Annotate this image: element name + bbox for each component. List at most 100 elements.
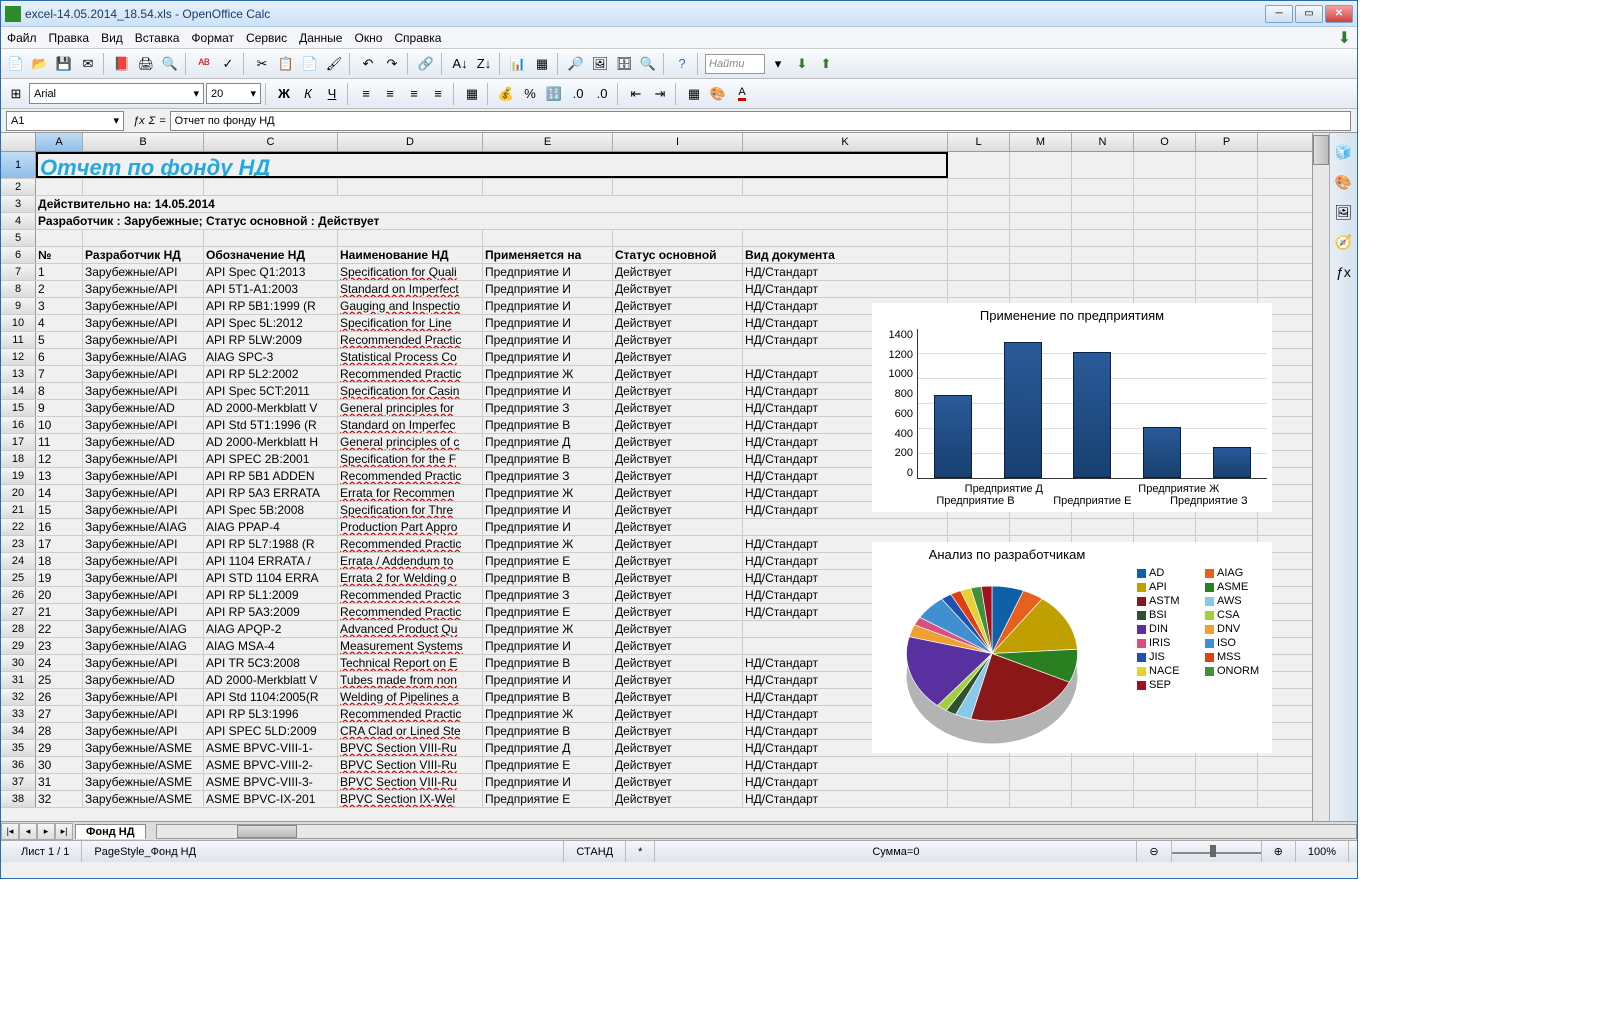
row-header[interactable]: 2 (1, 179, 36, 195)
cell[interactable]: Предприятие Ж (483, 706, 613, 722)
cell[interactable] (743, 621, 948, 637)
cell[interactable]: Зарубежные/API (83, 468, 204, 484)
column-header[interactable]: N (1072, 133, 1134, 151)
preview-icon[interactable]: 🔍 (159, 53, 181, 75)
cell[interactable] (948, 655, 1010, 671)
cell[interactable]: Предприятие В (483, 570, 613, 586)
cell[interactable]: Зарубежные/API (83, 604, 204, 620)
cell[interactable] (1072, 706, 1134, 722)
equals-icon[interactable]: = (159, 115, 165, 127)
currency-icon[interactable]: 💰 (495, 83, 517, 105)
vertical-scrollbar[interactable] (1312, 133, 1329, 821)
row-header[interactable]: 22 (1, 519, 36, 535)
row-header[interactable]: 30 (1, 655, 36, 671)
chart-icon[interactable]: 📊 (507, 53, 529, 75)
cell[interactable] (1010, 587, 1072, 603)
cell[interactable]: Действует (613, 740, 743, 756)
cell[interactable]: Предприятие И (483, 298, 613, 314)
sidebar-navigator-icon[interactable]: 🧭 (1333, 231, 1355, 253)
align-justify-icon[interactable]: ≡ (427, 83, 449, 105)
redo-icon[interactable]: ↷ (381, 53, 403, 75)
cell[interactable]: Действует (613, 536, 743, 552)
cell[interactable]: API RP 5L1:2009 (204, 587, 338, 603)
cell[interactable] (1010, 740, 1072, 756)
row-header[interactable]: 33 (1, 706, 36, 722)
cell[interactable]: Действует (613, 689, 743, 705)
cell[interactable] (1072, 366, 1134, 382)
row-header[interactable]: 34 (1, 723, 36, 739)
cell[interactable] (1134, 417, 1196, 433)
cell[interactable]: Предприятие Ж (483, 536, 613, 552)
font-name-select[interactable]: Arial▾ (29, 83, 204, 104)
title-cell[interactable]: Отчет по фонду НД (36, 152, 948, 178)
sort-asc-icon[interactable]: A↓ (449, 53, 471, 75)
cell[interactable]: Зарубежные/ASME (83, 791, 204, 807)
row-header[interactable]: 24 (1, 553, 36, 569)
menu-help[interactable]: Справка (394, 31, 441, 45)
show-icon[interactable]: ▦ (531, 53, 553, 75)
cell[interactable] (1072, 451, 1134, 467)
cell[interactable]: 18 (36, 553, 83, 569)
cell[interactable]: Действует (613, 502, 743, 518)
cell[interactable] (1196, 621, 1258, 637)
cell[interactable]: Предприятие Д (483, 434, 613, 450)
cell[interactable] (1010, 672, 1072, 688)
font-size-select[interactable]: 20▾ (206, 83, 261, 104)
cell[interactable] (1134, 774, 1196, 790)
cell[interactable]: 29 (36, 740, 83, 756)
italic-icon[interactable]: К (297, 83, 319, 105)
cell[interactable]: Зарубежные/API (83, 264, 204, 280)
cell[interactable]: НД/Стандарт (743, 723, 948, 739)
styles-icon[interactable]: ⊞ (5, 83, 27, 105)
find-down-icon[interactable]: ⬇ (791, 53, 813, 75)
cell[interactable] (1134, 485, 1196, 501)
cell[interactable] (1072, 349, 1134, 365)
cell[interactable]: Зарубежные/API (83, 383, 204, 399)
cell[interactable] (1134, 315, 1196, 331)
cell[interactable]: Действует (613, 298, 743, 314)
cell[interactable] (1134, 366, 1196, 382)
cell[interactable] (1072, 655, 1134, 671)
cell[interactable] (1010, 502, 1072, 518)
row-header[interactable]: 20 (1, 485, 36, 501)
merge-icon[interactable]: ▦ (461, 83, 483, 105)
cell[interactable] (1010, 570, 1072, 586)
indent-more-icon[interactable]: ⇥ (649, 83, 671, 105)
cell[interactable]: CRA Clad or Lined Ste (338, 723, 483, 739)
cell[interactable] (743, 519, 948, 535)
cell[interactable] (1196, 757, 1258, 773)
copy-icon[interactable]: 📋 (275, 53, 297, 75)
cell[interactable]: API Spec Q1:2013 (204, 264, 338, 280)
cell[interactable] (1134, 502, 1196, 518)
cell[interactable]: Действует (613, 383, 743, 399)
cell[interactable]: Предприятие Ж (483, 621, 613, 637)
column-header[interactable]: M (1010, 133, 1072, 151)
cell[interactable] (1072, 179, 1134, 195)
cell[interactable]: НД/Стандарт (743, 706, 948, 722)
cell[interactable]: API SPEC 5LD:2009 (204, 723, 338, 739)
cell[interactable]: Действует (613, 757, 743, 773)
cell[interactable] (1010, 366, 1072, 382)
cell[interactable] (1134, 757, 1196, 773)
cell[interactable] (1072, 383, 1134, 399)
cell[interactable]: 9 (36, 400, 83, 416)
cell[interactable] (948, 383, 1010, 399)
cell[interactable]: Действует (613, 621, 743, 637)
row-header[interactable]: 29 (1, 638, 36, 654)
cell[interactable]: Действует (613, 315, 743, 331)
cell[interactable] (948, 672, 1010, 688)
cell[interactable] (1196, 434, 1258, 450)
cell[interactable]: Recommended Practic (338, 587, 483, 603)
menu-window[interactable]: Окно (354, 31, 382, 45)
datasource-icon[interactable]: 🗄 (613, 53, 635, 75)
cell[interactable]: Recommended Practic (338, 604, 483, 620)
cell[interactable] (204, 230, 338, 246)
zoom-icon[interactable]: 🔍 (637, 53, 659, 75)
column-header[interactable]: A (36, 133, 83, 151)
cell[interactable] (1196, 468, 1258, 484)
cell[interactable]: API RP 5L3:1996 (204, 706, 338, 722)
cell[interactable]: 17 (36, 536, 83, 552)
cell[interactable]: BPVC Section VIII-Ru (338, 774, 483, 790)
cell[interactable]: Technical Report on E (338, 655, 483, 671)
column-header[interactable]: K (743, 133, 948, 151)
